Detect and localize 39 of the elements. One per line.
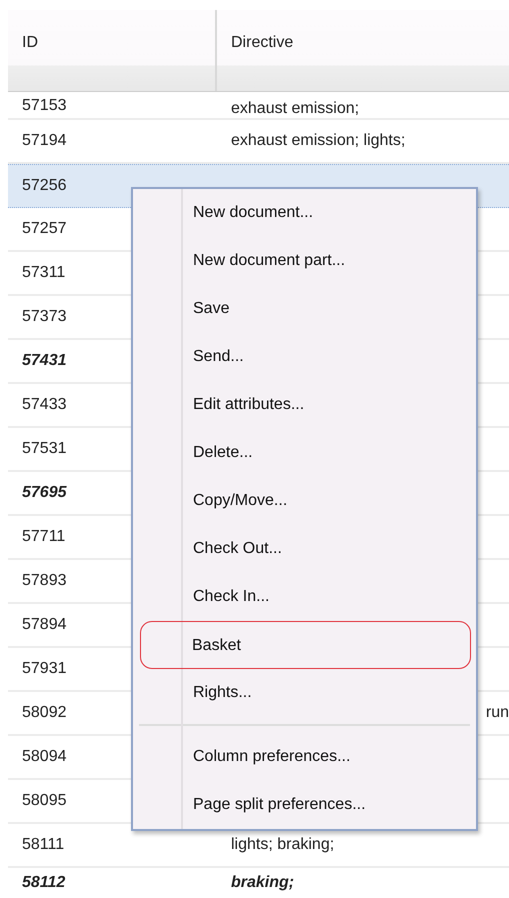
menu-item[interactable]: Copy/Move... — [133, 477, 476, 525]
table-row[interactable]: 57153 exhaust emission; — [8, 92, 509, 120]
table-cell: 57695 — [22, 484, 66, 501]
table-cell: 58095 — [22, 792, 66, 809]
menu-item[interactable]: Delete... — [133, 429, 476, 477]
table-cell: 57373 — [22, 308, 66, 325]
table-cell: 57256 — [22, 177, 66, 194]
table-cell-text: run — [484, 704, 509, 722]
column-header[interactable]: Directive — [217, 10, 509, 91]
table-cell-text: exhaust emission; — [230, 100, 360, 118]
table-cell: 57153 — [22, 97, 66, 114]
table-cell: 58112 — [22, 874, 66, 891]
table-cell: 57893 — [22, 572, 66, 589]
menu-item[interactable]: Check Out... — [133, 525, 476, 573]
column-header[interactable]: ID — [8, 10, 217, 91]
table-cell: 57894 — [22, 616, 66, 633]
table-row[interactable]: 58112 braking; — [8, 868, 509, 898]
menu-item[interactable]: Rights... — [133, 669, 476, 717]
table-cell: 57711 — [22, 528, 66, 545]
menu-item[interactable]: Column preferences... — [133, 733, 476, 781]
menu-item[interactable]: New document part... — [133, 237, 476, 285]
table-cell-text: lights; braking; — [230, 836, 336, 854]
menu-item[interactable]: Edit attributes... — [133, 381, 476, 429]
table-cell: 57257 — [22, 220, 66, 237]
table-cell: 57433 — [22, 396, 66, 413]
menu-item[interactable]: Send... — [133, 333, 476, 381]
table-cell: 57931 — [22, 660, 66, 677]
menu-item[interactable]: Basket — [140, 621, 471, 669]
table-cell-text: exhaust emission; lights; — [230, 132, 406, 150]
table-cell: 58111 — [22, 836, 64, 853]
table-cell: 57431 — [22, 352, 66, 369]
table-cell: 57311 — [22, 264, 66, 281]
menu-item[interactable]: Check In... — [133, 573, 476, 621]
table-cell: 58094 — [22, 748, 66, 765]
menu-item[interactable]: Save — [133, 285, 476, 333]
table-cell-text: braking; — [230, 874, 296, 892]
table-cell: 57531 — [22, 440, 66, 457]
table-cell: 57194 — [22, 132, 66, 149]
table-cell: 58092 — [22, 704, 66, 721]
